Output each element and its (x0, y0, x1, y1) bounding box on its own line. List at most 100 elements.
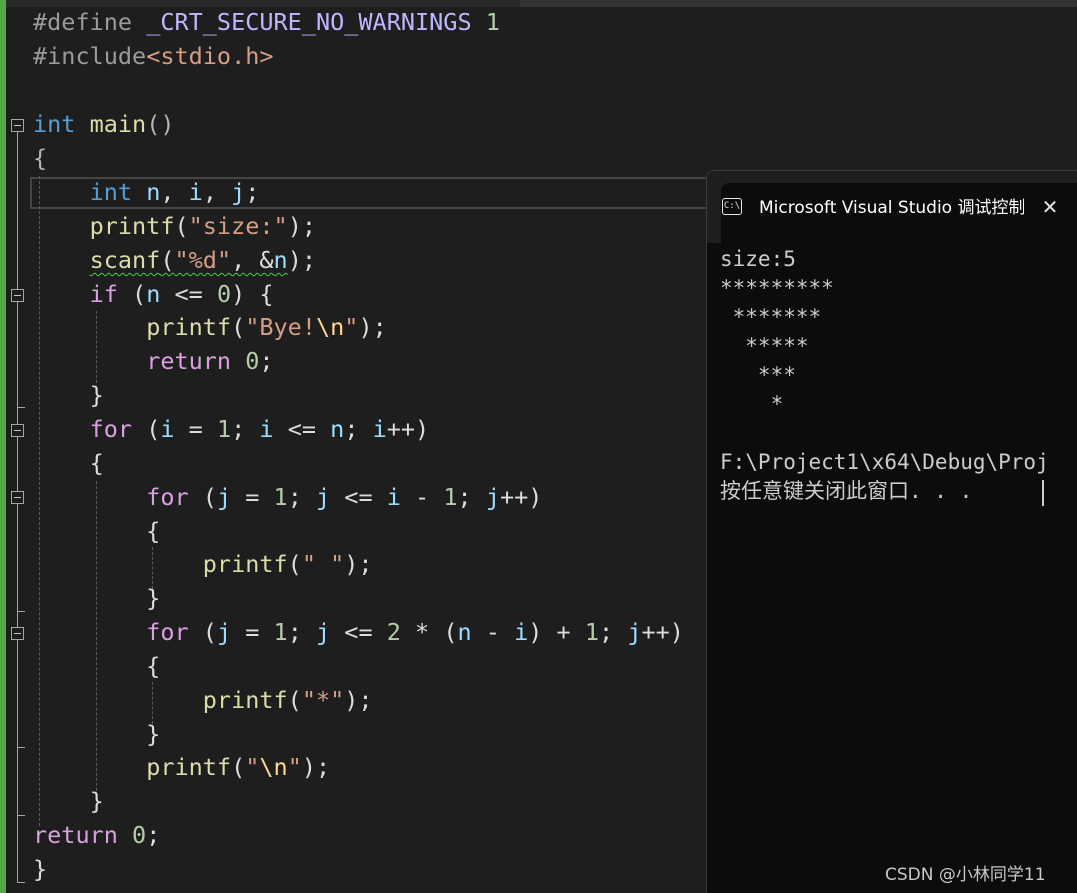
token: j (231, 178, 246, 206)
token: 1 (273, 618, 288, 646)
token: 0 (132, 821, 147, 849)
fold-toggle-if[interactable] (11, 289, 24, 302)
code-line-16: { (33, 517, 161, 545)
code-line-25: return 0; (33, 821, 161, 849)
token: \n (315, 313, 345, 341)
token: for (146, 618, 189, 646)
token: " " (301, 550, 345, 578)
code-line-18: } (33, 584, 161, 612)
fold-toggle-for-inner-2[interactable] (11, 627, 24, 640)
code-line-7: printf("size:"); (89, 212, 316, 240)
token: i (372, 415, 387, 443)
watermark: CSDN @小林同学11 (885, 865, 1046, 885)
code-line-11: return 0; (146, 347, 274, 375)
token: "Bye! (245, 313, 316, 341)
token: printf (202, 686, 288, 714)
fold-end-if (17, 407, 25, 408)
code-line-9: if (n <= 0) { (89, 280, 274, 308)
token: n (146, 280, 161, 308)
token: for (146, 483, 189, 511)
fold-toggle-for-inner-1[interactable] (11, 491, 24, 504)
debug-console-window[interactable]: C:\ Microsoft Visual Studio 调试控制台 ✕ size… (706, 170, 1077, 893)
token: n (457, 618, 472, 646)
token: _CRT_SECURE_NO_WARNINGS (146, 8, 472, 36)
screenshot: #define _CRT_SECURE_NO_WARNINGS 1 #inclu… (0, 0, 1077, 893)
code-line-10: printf("Bye!\n"); (146, 313, 387, 341)
console-line: F:\Project1\x64\Debug\Proj (720, 450, 1049, 474)
token: return (146, 347, 232, 375)
token: j (627, 618, 642, 646)
token: j (316, 618, 331, 646)
terminal-icon: C:\ (722, 198, 742, 215)
token: printf (89, 212, 175, 240)
warning-squiggle[interactable]: scanf("%d", &n (90, 246, 288, 274)
token: j (216, 483, 232, 511)
token: #define (33, 8, 147, 36)
code-line-15: for (j = 1; j <= i - 1; j++) (146, 483, 543, 511)
token: { (33, 144, 48, 172)
console-line: 按任意键关闭此窗口. . . (720, 479, 973, 503)
code-line-23: printf("\n"); (146, 753, 331, 781)
token: "size:" (188, 212, 288, 240)
token: n (146, 178, 161, 206)
console-line: *** (720, 363, 796, 387)
token: j (485, 483, 500, 511)
code-line-19: for (j = 1; j <= 2 * (n - i) + 1; j++) (146, 618, 684, 646)
token: j (216, 618, 232, 646)
token: i (188, 178, 203, 206)
console-line: ***** (720, 334, 809, 358)
token: <stdio.h> (146, 42, 274, 70)
token: printf (146, 753, 232, 781)
token: i (386, 483, 401, 511)
fold-end-main (17, 882, 25, 883)
code-line-21: printf("*"); (202, 686, 373, 714)
code-line-1: #define _CRT_SECURE_NO_WARNINGS 1 (33, 6, 500, 39)
code-line-2: #include<stdio.h> (33, 40, 274, 73)
code-line-12: } (33, 381, 104, 409)
token: 1 (443, 483, 458, 511)
code-line-20: { (33, 652, 161, 680)
token: printf (146, 313, 232, 341)
text-cursor (1042, 480, 1044, 506)
token: 1 (273, 483, 288, 511)
code-line-8: scanf("%d", &n); (89, 246, 316, 274)
console-line: ******* (720, 305, 822, 329)
code-line-4: int main() (33, 108, 175, 141)
token: j (316, 483, 331, 511)
token: " (344, 313, 359, 341)
code-line-6: int n, i, j; (89, 178, 260, 206)
token: " (287, 753, 302, 781)
token: n (330, 415, 345, 443)
token: i (160, 415, 175, 443)
code-line-22: } (33, 720, 161, 748)
fold-end-for-outer (17, 815, 25, 816)
token: "%d" (174, 246, 232, 274)
fold-toggle-for-outer[interactable] (11, 424, 24, 437)
console-line: ********* (720, 276, 834, 300)
code-line-14: { (33, 449, 104, 477)
close-icon[interactable]: ✕ (1036, 193, 1064, 221)
console-titlebar[interactable]: C:\ Microsoft Visual Studio 调试控制台 ✕ (707, 171, 1077, 243)
code-line-26: } (33, 855, 48, 883)
token: () (146, 110, 175, 138)
code-line-17: printf(" "); (202, 550, 373, 578)
fold-end-for-inner-2 (17, 747, 25, 748)
token: i (514, 618, 529, 646)
token: scanf (89, 246, 161, 274)
console-line: size:5 (720, 247, 796, 271)
fold-toggle-main[interactable] (11, 119, 24, 132)
token: printf (202, 550, 288, 578)
fold-line-main (17, 132, 18, 882)
console-output[interactable]: size:5 ********* ******* ***** *** * F:\… (720, 243, 1077, 743)
fold-end-for-inner-1 (17, 611, 25, 612)
token: int (33, 110, 76, 138)
token: " (245, 753, 260, 781)
token: 0 (216, 280, 232, 308)
token: return (33, 821, 118, 849)
token: 0 (245, 347, 260, 375)
token: int (89, 178, 133, 206)
console-title: Microsoft Visual Studio 调试控制台 (759, 198, 1024, 218)
token: for (89, 415, 133, 443)
console-line: * (720, 392, 784, 416)
token: 1 (471, 8, 500, 36)
